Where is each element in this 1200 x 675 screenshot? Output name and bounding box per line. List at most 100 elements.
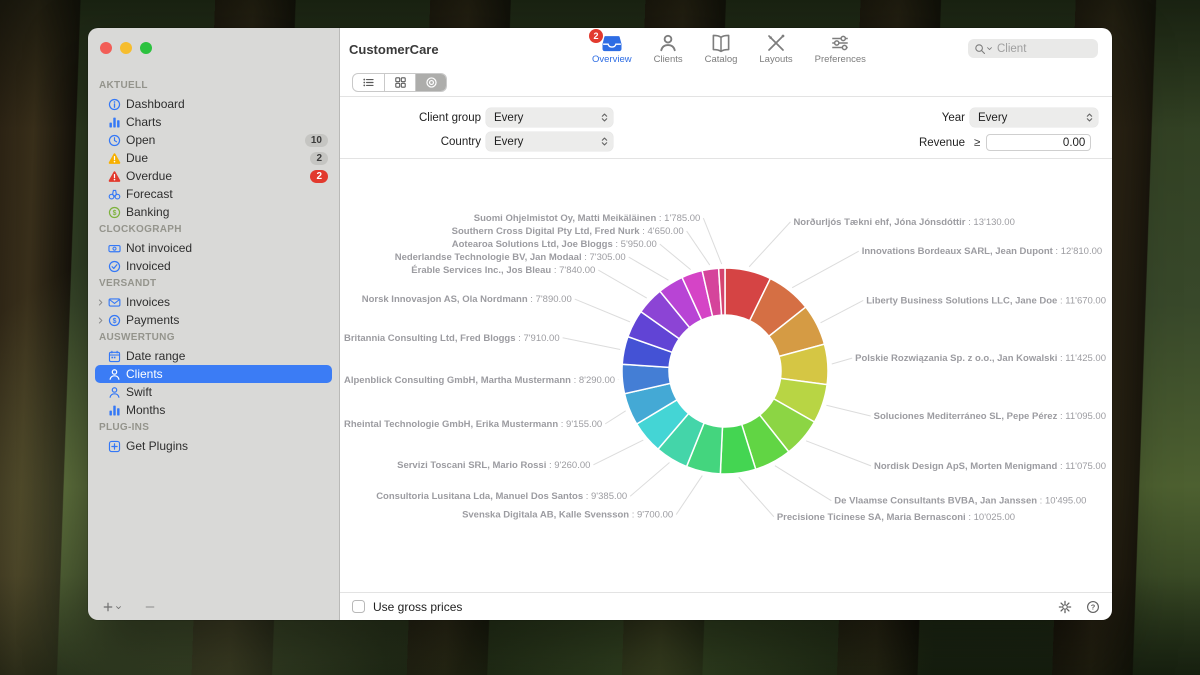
- minus-icon: [144, 601, 156, 613]
- svg-text:$: $: [113, 318, 117, 325]
- sidebar-item-overdue[interactable]: Overdue 2: [95, 167, 332, 185]
- banknote-icon: [108, 242, 121, 255]
- sidebar-item-open[interactable]: Open 10: [95, 131, 332, 149]
- sidebar-item-invoiced[interactable]: Invoiced: [95, 257, 332, 275]
- stepper-icon: [1084, 112, 1095, 123]
- zoom-window-button[interactable]: [140, 42, 152, 54]
- label-leader-line: [792, 251, 859, 287]
- segment-list-view[interactable]: [353, 74, 384, 91]
- segment-label: De Vlaamse Consultants BVBA, Jan Janssen…: [834, 496, 1086, 507]
- toolbar-item-label: Clients: [654, 54, 683, 65]
- segment-label: Polskie Rozwiązania Sp. z o.o., Jan Kowa…: [855, 353, 1106, 364]
- sidebar-item-invoices[interactable]: Invoices: [95, 293, 332, 311]
- sidebar-item-label: Dashboard: [126, 97, 185, 111]
- warning-icon: [108, 170, 121, 183]
- segment-chart-view[interactable]: [415, 74, 446, 91]
- gross-prices-checkbox[interactable]: [352, 600, 365, 613]
- sidebar-item-get-plugins[interactable]: Get Plugins: [95, 437, 332, 455]
- sidebar-footer: [102, 601, 156, 613]
- gte-operator: ≥: [974, 137, 980, 149]
- sidebar-item-label: Get Plugins: [126, 439, 188, 453]
- help-button[interactable]: ?: [1086, 600, 1100, 614]
- sidebar-item-forecast[interactable]: Forecast: [95, 185, 332, 203]
- segment-label: Aotearoa Solutions Ltd, Joe Bloggs : 5'9…: [452, 239, 657, 250]
- sidebar-item-label: Charts: [126, 115, 161, 129]
- revenue-filter: Revenue ≥: [824, 133, 1091, 152]
- label-leader-line: [832, 358, 852, 364]
- sidebar-section-auswertung: AUSWERTUNG: [88, 329, 339, 347]
- sidebar-item-label: Not invoiced: [126, 241, 192, 255]
- sidebar: AKTUELL Dashboard Charts Open 10 Due 2 O…: [88, 28, 340, 620]
- sidebar-item-due[interactable]: Due 2: [95, 149, 332, 167]
- toolbar-item-overview[interactable]: 2 Overview: [592, 33, 632, 65]
- clock-icon: [108, 134, 121, 147]
- toolbar-item-clients[interactable]: Clients: [654, 33, 683, 65]
- sidebar-item-charts[interactable]: Charts: [95, 113, 332, 131]
- sidebar-item-label: Months: [126, 403, 165, 417]
- add-button[interactable]: [102, 601, 122, 613]
- chevron-down-icon: [986, 45, 993, 52]
- plus-icon: [102, 601, 114, 613]
- revenue-input[interactable]: [986, 134, 1091, 151]
- segment-label: Érable Services Inc., Jos Bleau : 7'840.…: [411, 265, 595, 276]
- label-leader-line: [563, 338, 621, 350]
- settings-gear-button[interactable]: [1058, 600, 1072, 614]
- sidebar-badge: 2: [310, 152, 328, 165]
- label-leader-line: [575, 299, 630, 322]
- toolbar-item-label: Preferences: [815, 54, 866, 65]
- svg-text:$: $: [113, 210, 117, 217]
- segment-grid-view[interactable]: [384, 74, 415, 91]
- info-circle-icon: [108, 98, 121, 111]
- search-field[interactable]: [968, 39, 1098, 58]
- sidebar-item-label: Invoiced: [126, 259, 171, 273]
- segment-label: Innovations Bordeaux SARL, Jean Dupont :…: [862, 246, 1102, 257]
- label-leader-line: [739, 477, 774, 517]
- sidebar-item-banking[interactable]: $ Banking: [95, 203, 332, 221]
- envelope-icon: [108, 296, 121, 309]
- gross-prices-label: Use gross prices: [373, 600, 462, 614]
- remove-button[interactable]: [144, 601, 156, 613]
- label-leader-line: [703, 218, 721, 264]
- chart-area: Norðurljós Tækni ehf, Jóna Jónsdóttir : …: [340, 159, 1112, 592]
- sidebar-item-dashboard[interactable]: Dashboard: [95, 95, 332, 113]
- close-window-button[interactable]: [100, 42, 112, 54]
- disclosure-chevron-icon[interactable]: [97, 298, 108, 307]
- svg-text:?: ?: [1091, 602, 1096, 611]
- stepper-icon: [1084, 112, 1095, 123]
- toolbar-item-preferences[interactable]: Preferences: [815, 33, 866, 65]
- search-input[interactable]: [995, 42, 1092, 56]
- toolbar-item-layouts[interactable]: Layouts: [759, 33, 792, 65]
- minimize-window-button[interactable]: [120, 42, 132, 54]
- sidebar-item-date-range[interactable]: Date range: [95, 347, 332, 365]
- sidebar-item-payments[interactable]: $ Payments: [95, 311, 332, 329]
- app-window: AKTUELL Dashboard Charts Open 10 Due 2 O…: [88, 28, 1112, 620]
- view-switch-bar: [340, 69, 1112, 97]
- binoculars-icon: [108, 188, 121, 201]
- sidebar-item-label: Clients: [126, 367, 163, 381]
- country-select[interactable]: Every: [486, 132, 613, 151]
- segment-label: Suomi Ohjelmistot Oy, Matti Meikäläinen …: [474, 213, 701, 224]
- design-tools-icon: [766, 33, 786, 53]
- client-group-select[interactable]: Every: [486, 108, 613, 127]
- person-icon: [108, 386, 121, 399]
- sidebar-item-label: Open: [126, 133, 155, 147]
- label-leader-line: [749, 222, 790, 267]
- year-select[interactable]: Every: [970, 108, 1098, 127]
- disclosure-chevron-icon[interactable]: [97, 316, 108, 325]
- chevron-down-icon: [115, 604, 122, 611]
- stepper-icon: [599, 136, 610, 147]
- sidebar-item-swift[interactable]: Swift: [95, 383, 332, 401]
- stepper-icon: [599, 112, 610, 123]
- sidebar-item-not-invoiced[interactable]: Not invoiced: [95, 239, 332, 257]
- sidebar-item-label: Swift: [126, 385, 152, 399]
- sidebar-item-clients[interactable]: Clients: [95, 365, 332, 383]
- sidebar-section-clockograph: CLOCKOGRAPH: [88, 221, 339, 239]
- footer-bar: Use gross prices ?: [340, 592, 1112, 620]
- window-controls: [88, 28, 339, 54]
- sidebar-item-months[interactable]: Months: [95, 401, 332, 419]
- segment-label: Alpenblick Consulting GmbH, Martha Muste…: [344, 375, 615, 386]
- person-icon: [658, 33, 678, 53]
- toolbar: 2 Overview Clients Catalog Layouts Prefe…: [592, 33, 866, 65]
- chevron-right-icon: [96, 298, 105, 307]
- toolbar-item-catalog[interactable]: Catalog: [705, 33, 738, 65]
